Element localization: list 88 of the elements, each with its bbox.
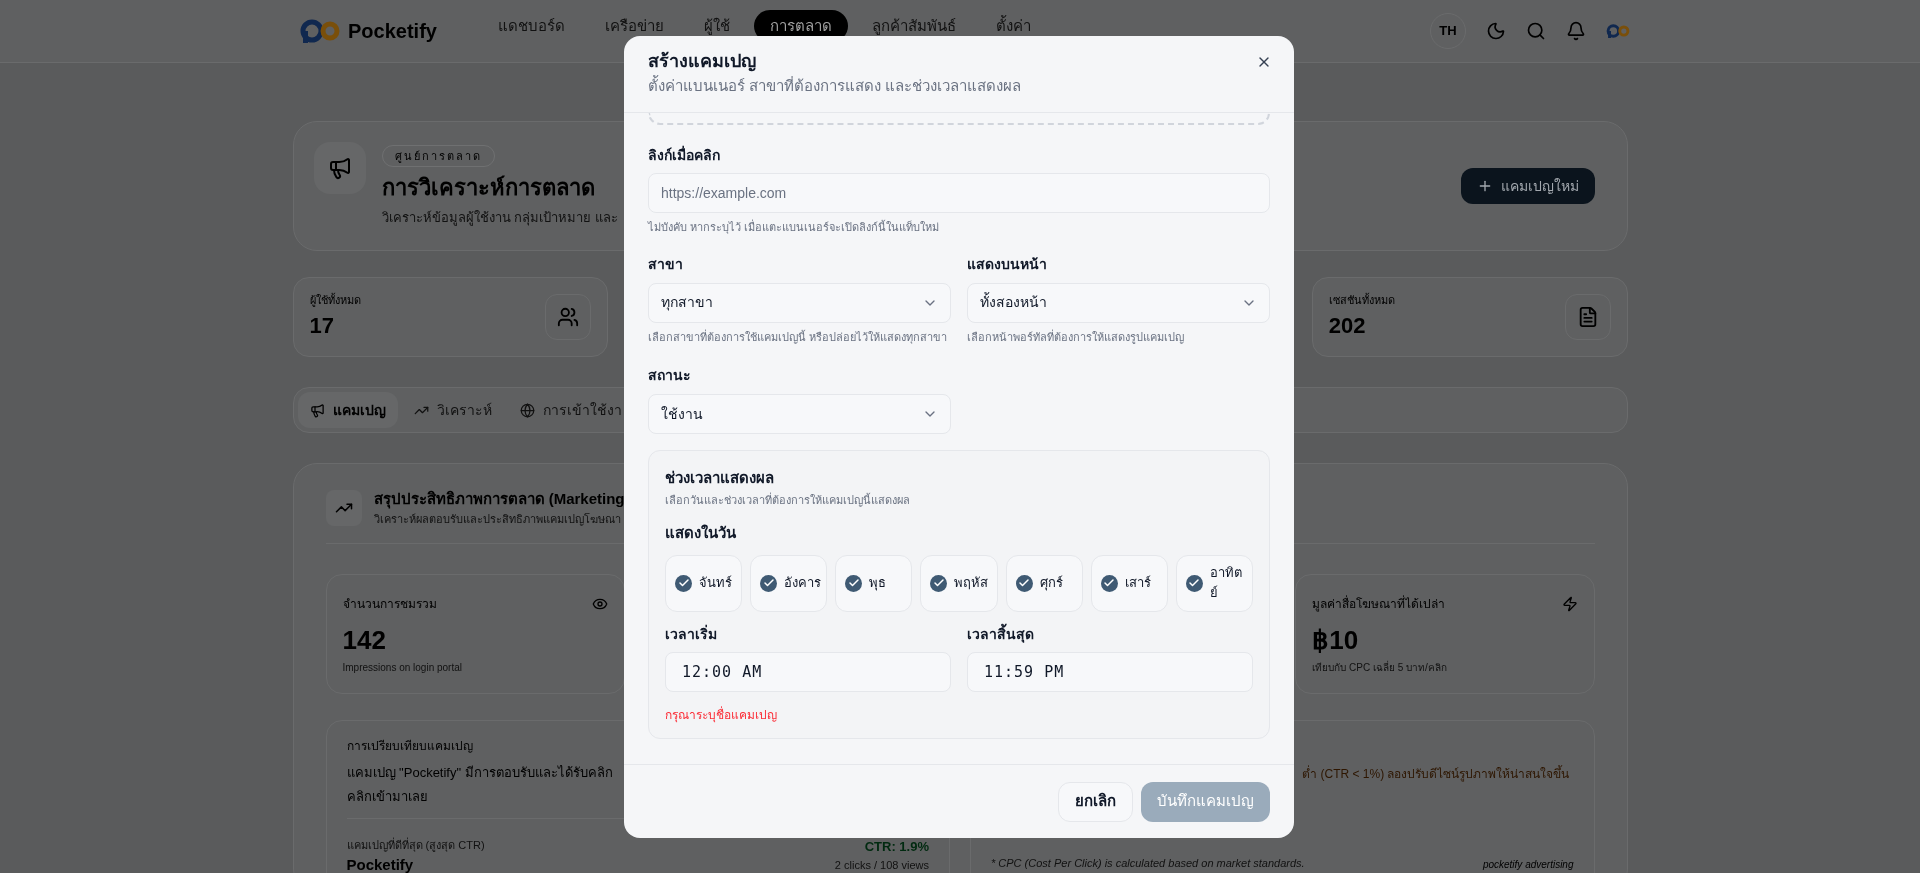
- checkbox[interactable]: [1185, 574, 1203, 592]
- megaphone-icon: [327, 156, 352, 180]
- select-field[interactable]: ทุกสาขา: [648, 282, 951, 323]
- logo-icon: [1606, 24, 1630, 38]
- comparison-text: คลิกเข้ามาเลย: [346, 787, 429, 806]
- comparison-heading: การเปรียบเทียบแคมเปญ: [346, 738, 474, 755]
- day-label: จันทร์: [699, 574, 732, 592]
- error-message: กรุณาระบุชื่อแคมเปญ: [665, 705, 777, 724]
- field-label: แสดงบนหน้า: [967, 254, 1048, 274]
- new-campaign-button[interactable]: แคมเปญใหม่: [1460, 168, 1595, 204]
- tip-text: ต่ำ (CTR < 1%) ลองปรับดีไซน์รูปภาพให้น่าสนใจขึ้น: [1301, 765, 1571, 783]
- check-icon: [1188, 577, 1201, 589]
- check-icon: [932, 577, 945, 589]
- schedule-title: ช่วงเวลาแสดงผล: [665, 468, 774, 488]
- field-help: เลือกสาขาที่ต้องการใช้แคมเปญนี้ หรือปล่อยไว้ให้แสดงทุกสาขา: [648, 328, 949, 345]
- day-label: อังคาร: [784, 574, 822, 592]
- day-option[interactable]: จันทร์: [665, 554, 743, 612]
- metric-caption: Impressions on login portal: [342, 661, 463, 675]
- page-title: การวิเคราะห์การตลาด: [381, 174, 596, 202]
- field-label: แสดงในวัน: [665, 523, 736, 543]
- check-icon: [847, 577, 860, 589]
- lightning-icon: [1561, 596, 1578, 612]
- field-label: ลิงก์เมื่อคลิก: [648, 145, 720, 165]
- field-help: ไม่บังคับ หากระบุไว้ เมื่อแตะแบนเนอร์จะเปิดลิงก์นี้ในแท็บใหม่: [648, 219, 940, 236]
- metric-label: มูลค่าสื่อโฆษณาที่ได้เปล่า: [1312, 595, 1446, 613]
- summary-title: สรุปประสิทธิภาพการตลาด (Marketing: [373, 489, 625, 511]
- search-icon[interactable]: [1526, 21, 1546, 41]
- modal-subtitle: ตั้งค่าแบนเนอร์ สาขาที่ต้องการแสดง และช่วงเวลาแสดงผล: [648, 75, 1022, 96]
- checkbox[interactable]: [930, 574, 948, 592]
- day-label: ศุกร์: [1039, 574, 1063, 593]
- check-icon: [1103, 577, 1116, 589]
- day-label: พฤหัส: [954, 574, 989, 592]
- select-field[interactable]: ใช้งาน: [648, 394, 951, 434]
- megaphone-icon: [309, 402, 325, 418]
- field-label: สถานะ: [648, 366, 692, 385]
- brand-name: Pocketify: [348, 19, 437, 44]
- cancel-button[interactable]: ยกเลิก: [1058, 781, 1133, 822]
- day-label: เสาร์: [1124, 574, 1151, 592]
- checkbox[interactable]: [1100, 574, 1118, 592]
- day-option[interactable]: อังคาร: [750, 554, 828, 612]
- day-label: พุธ: [869, 574, 887, 593]
- footnote: * CPC (Cost Per Click) is calculated based on market standards.: [991, 856, 1305, 871]
- checkbox[interactable]: [845, 574, 863, 592]
- check-icon: [1018, 577, 1031, 589]
- summary-subtitle: วิเคราะห์ผลตอบรับและประสิทธิภาพแคมเปญโฆษณา: [373, 511, 622, 527]
- tab[interactable]: แคมเปญ: [297, 392, 398, 428]
- checkbox[interactable]: [760, 574, 778, 592]
- field-label: เวลาสิ้นสุด: [967, 623, 1034, 644]
- checkbox[interactable]: [675, 574, 692, 592]
- stat-label: เซสชันทั้งหมด: [1328, 292, 1395, 309]
- click-count: 2 clicks / 108 views: [834, 857, 929, 873]
- brand-note: pocketify advertising: [1482, 857, 1574, 872]
- day-option[interactable]: เสาร์: [1090, 554, 1168, 612]
- field-label: เวลาเริ่ม: [665, 623, 717, 644]
- check-icon: [762, 577, 775, 589]
- metric-value: ฿10: [1312, 624, 1360, 657]
- moon-icon[interactable]: [1486, 21, 1506, 41]
- best-campaign-label: แคมเปญที่ดีที่สุด (สูงสุด CTR): [346, 837, 485, 854]
- metric-value: 142: [342, 624, 387, 657]
- logo-icon: [300, 19, 340, 43]
- best-campaign-name: Pocketify: [346, 854, 415, 873]
- stat-value: 202: [1328, 311, 1367, 340]
- day-option[interactable]: ศุกร์: [1005, 554, 1083, 612]
- comparison-text: แคมเปญ "Pocketify" มีการตอบรับและได้รับคลิก: [346, 764, 614, 782]
- day-option[interactable]: พุธ: [835, 554, 913, 612]
- users-icon: [557, 306, 580, 328]
- select-field[interactable]: ทั้งสองหน้า: [967, 282, 1270, 323]
- metric-caption: เทียบกับ CPC เฉลี่ย 5 บาท/คลิก: [1312, 660, 1448, 675]
- checkbox[interactable]: [1015, 574, 1033, 592]
- globe-icon: [519, 402, 535, 418]
- time-input-field[interactable]: 12:00 AM: [665, 651, 951, 692]
- time-input-field[interactable]: 11:59 PM: [967, 651, 1253, 692]
- check-icon: [677, 577, 690, 589]
- eye-icon: [591, 596, 608, 612]
- metric-label: จำนวนการชมรวม: [342, 596, 437, 613]
- field-help: เลือกหน้าพอร์ทัลที่ต้องการให้แสดงรูปแคมเปญ: [967, 328, 1185, 345]
- stat-label: ผู้ใช้ทั้งหมด: [309, 292, 361, 309]
- link-input-field[interactable]: https://example.com: [648, 173, 1270, 213]
- day-option[interactable]: พฤหัส: [920, 554, 998, 612]
- page-subtitle: วิเคราะห์ข้อมูลผู้ใช้งาน กลุ่มเป้าหมาย และ: [381, 209, 618, 228]
- day-option[interactable]: อาทิตย์: [1175, 554, 1253, 612]
- day-label: อาทิตย์: [1209, 564, 1243, 602]
- schedule-subtitle: เลือกวันและช่วงเวลาที่ต้องการให้แคมเปญนี้แสดงผล: [665, 491, 910, 508]
- bell-icon[interactable]: [1566, 21, 1586, 41]
- modal-title: สร้างแคมเปญ: [648, 50, 756, 74]
- stat-value: 17: [309, 311, 335, 340]
- ctr-value: CTR: 1.9%: [864, 838, 929, 856]
- field-label: สาขา: [648, 254, 684, 274]
